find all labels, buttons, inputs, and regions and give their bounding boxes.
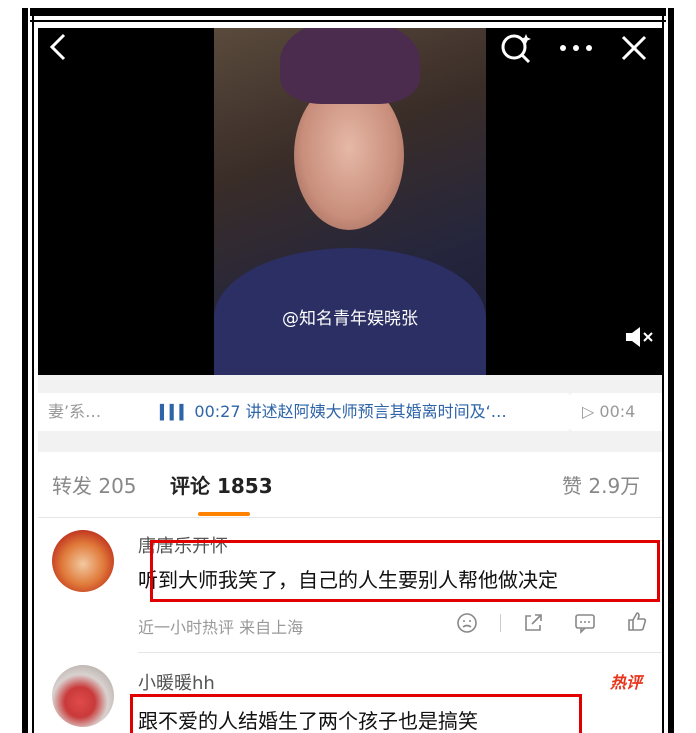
play-icon: ▷ — [582, 402, 595, 421]
video-player[interactable]: @知名青年娱晓张 — [38, 28, 662, 375]
back-icon[interactable] — [46, 32, 72, 62]
comment-icon[interactable] — [574, 612, 596, 634]
chapter-tag-current-time: 00:27 — [194, 402, 241, 421]
video-figure-hat — [280, 28, 420, 104]
active-tab-indicator — [198, 512, 250, 516]
interaction-tabs: 转发 205 评论 1853 赞 2.9万 — [38, 452, 662, 516]
frame-left-thin — [32, 14, 34, 733]
chapter-tag-prev[interactable]: 妻’系… — [38, 393, 154, 431]
frame-top-thin — [30, 20, 666, 22]
tab-comments[interactable]: 评论 1853 — [170, 470, 273, 499]
frame-left-bar — [22, 8, 28, 733]
close-icon[interactable] — [620, 34, 648, 62]
like-icon[interactable] — [626, 610, 648, 632]
tab-repost[interactable]: 转发 205 — [52, 470, 137, 499]
tab-likes[interactable]: 赞 2.9万 — [562, 470, 640, 499]
tab-repost-count: 205 — [98, 474, 137, 498]
tab-likes-label: 赞 — [562, 474, 582, 498]
chapter-tag-prev-label: 妻’系… — [48, 402, 102, 421]
share-icon[interactable] — [522, 612, 544, 634]
chapter-tag-next[interactable]: ▷ 00:4 — [570, 393, 662, 431]
mute-icon[interactable] — [624, 325, 654, 349]
phone-screen: @知名青年娱晓张 妻’系… ▍▍▍ 00:27 讲述赵阿姨大师预言其婚离时间及‘… — [38, 28, 662, 733]
video-watermark: @知名青年娱晓张 — [282, 309, 418, 329]
audio-bars-icon: ▍▍▍ — [160, 405, 190, 421]
chapter-tag-current[interactable]: ▍▍▍ 00:27 讲述赵阿姨大师预言其婚离时间及‘… — [146, 393, 570, 431]
video-chapter-strip: 妻’系… ▍▍▍ 00:27 讲述赵阿姨大师预言其婚离时间及‘… ▷ 00:4 — [38, 375, 662, 452]
tab-comments-label: 评论 — [170, 474, 210, 498]
comment-meta: 近一小时热评 来自上海 — [138, 618, 304, 637]
tab-likes-count: 2.9万 — [588, 474, 641, 498]
chapter-tag-next-time: 00:4 — [599, 402, 636, 421]
highlight-box-2 — [130, 694, 582, 733]
avatar[interactable] — [52, 530, 114, 592]
search-icon[interactable] — [500, 32, 534, 64]
hot-comment-badge: 热评 — [610, 673, 643, 692]
frame-right-bar — [668, 8, 674, 733]
more-icon[interactable] — [558, 38, 594, 58]
tab-comments-count: 1853 — [216, 474, 273, 498]
dislike-face-icon[interactable] — [456, 612, 478, 634]
comment-username[interactable]: 小暖暖hh — [138, 669, 215, 695]
highlight-box-1 — [150, 540, 660, 602]
frame-top-bar — [30, 8, 666, 16]
action-divider — [500, 614, 501, 632]
chapter-tag-current-label: 讲述赵阿姨大师预言其婚离时间及‘… — [245, 402, 507, 421]
tab-repost-label: 转发 — [52, 474, 92, 498]
avatar[interactable] — [52, 665, 114, 727]
frame-right-thin — [662, 14, 664, 733]
